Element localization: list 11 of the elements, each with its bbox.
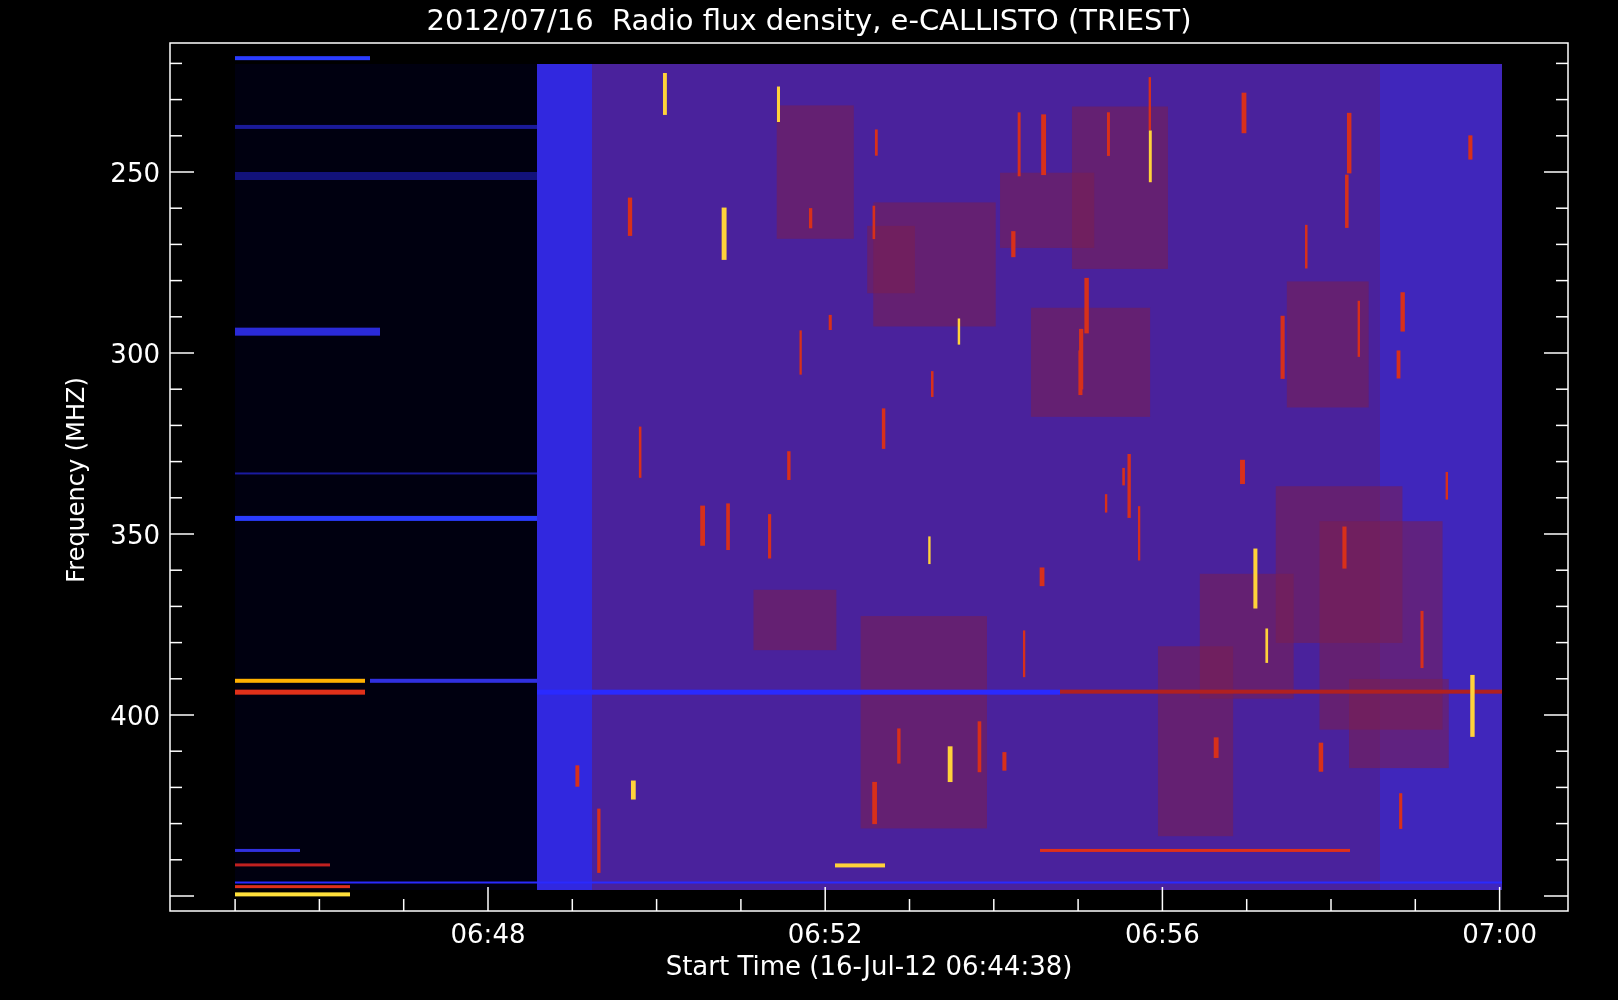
y-tick-label: 400 — [110, 701, 160, 731]
y-tick-label: 300 — [110, 339, 160, 369]
x-tick-label: 06:56 — [1124, 919, 1200, 949]
chart-title: 2012/07/16 Radio flux density, e-CALLISTO (TRIEST) — [426, 5, 1192, 35]
x-tick-label: 06:48 — [450, 919, 526, 949]
x-tick-label: 07:00 — [1462, 919, 1538, 949]
y-tick-label: 250 — [110, 158, 160, 188]
y-tick-label: 350 — [110, 520, 160, 550]
y-axis-label: Frequency (MHZ) — [62, 377, 90, 583]
x-axis-label: Start Time (16-Jul-12 06:44:38) — [665, 951, 1073, 981]
x-tick-label: 06:52 — [787, 919, 863, 949]
